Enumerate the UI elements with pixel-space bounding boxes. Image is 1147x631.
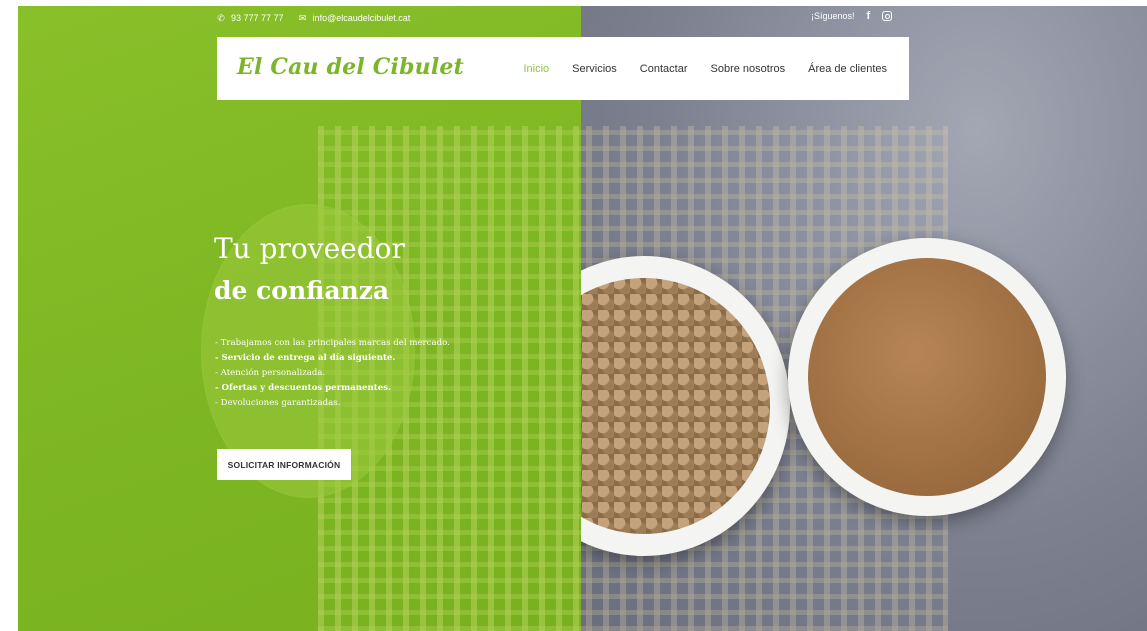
nav-item-contactar[interactable]: Contactar — [640, 63, 688, 75]
nav-item-inicio[interactable]: Inicio — [523, 63, 549, 75]
phone-number: 93 777 77 77 — [231, 13, 284, 23]
phone-contact[interactable]: ✆ 93 777 77 77 — [216, 12, 284, 24]
list-item: - Atención personalizada. — [215, 368, 326, 378]
hero-title-line2: de confianza — [214, 276, 390, 305]
facebook-icon[interactable]: f — [867, 10, 871, 22]
list-item: - Devoluciones garantizadas. — [215, 398, 341, 408]
nav-item-area-clientes[interactable]: Área de clientes — [808, 63, 887, 75]
instagram-icon[interactable] — [882, 11, 893, 21]
list-item: - Trabajamos con las principales marcas … — [215, 338, 450, 348]
main-nav: Inicio Servicios Contactar Sobre nosotro… — [523, 63, 887, 75]
request-info-button[interactable]: SOLICITAR INFORMACIÓN — [217, 449, 351, 480]
benefits-list: - Trabajamos con las principales marcas … — [215, 336, 450, 411]
ground-spice-bowl — [788, 238, 1066, 516]
list-item: - Ofertas y descuentos permanentes. — [215, 383, 392, 393]
top-contact-bar: ✆ 93 777 77 77 ✉ info@elcaudelcibulet.ca… — [216, 10, 418, 26]
main-header: El Cau del Cibulet Inicio Servicios Cont… — [217, 37, 909, 100]
phone-icon: ✆ — [217, 12, 225, 23]
hero-title-line1: Tu proveedor — [214, 232, 405, 265]
site-logo[interactable]: El Cau del Cibulet — [237, 54, 464, 80]
social-links: ¡Síguenos! f — [811, 10, 893, 22]
follow-label: ¡Síguenos! — [811, 11, 855, 21]
nav-item-sobre-nosotros[interactable]: Sobre nosotros — [711, 63, 786, 75]
nav-item-servicios[interactable]: Servicios — [572, 63, 617, 75]
mail-icon: ✉ — [298, 12, 307, 23]
email-contact[interactable]: ✉ info@elcaudelcibulet.cat — [298, 12, 411, 24]
email-address: info@elcaudelcibulet.cat — [312, 13, 411, 23]
list-item: - Servicio de entrega al día siguiente. — [215, 353, 396, 363]
